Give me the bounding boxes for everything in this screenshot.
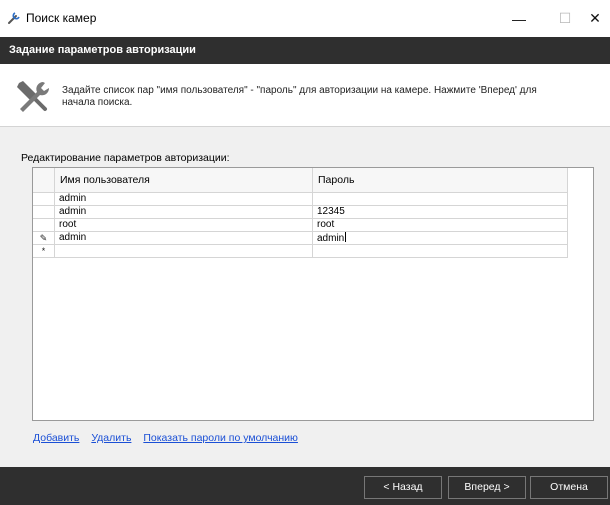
row-selector[interactable]: [33, 219, 55, 232]
section-label: Редактирование параметров авторизации:: [21, 152, 230, 164]
user-cell[interactable]: admin: [55, 193, 313, 206]
user-cell[interactable]: root: [55, 219, 313, 232]
password-cell[interactable]: [313, 245, 568, 258]
text-caret: [345, 232, 347, 242]
table-row[interactable]: admin 12345: [33, 206, 568, 219]
password-cell[interactable]: [313, 193, 568, 206]
table-row[interactable]: root root: [33, 219, 568, 232]
remove-link[interactable]: Удалить: [91, 432, 131, 444]
cancel-button[interactable]: Отмена: [530, 476, 608, 499]
add-link[interactable]: Добавить: [33, 432, 79, 444]
show-default-passwords-link[interactable]: Показать пароли по умолчанию: [143, 432, 298, 444]
window-title: Поиск камер: [26, 11, 97, 25]
step-header: Задание параметров авторизации: [0, 37, 610, 64]
table-row[interactable]: admin: [33, 193, 568, 206]
step-title: Задание параметров авторизации: [9, 44, 196, 56]
wizard-footer: < Назад Вперед > Отмена: [0, 467, 610, 505]
password-cell-text[interactable]: admin: [317, 233, 344, 244]
new-row[interactable]: *: [33, 245, 568, 258]
row-edit-pencil-icon[interactable]: ✎: [33, 232, 55, 245]
password-cell-editing[interactable]: admin: [313, 232, 568, 245]
row-selector[interactable]: [33, 193, 55, 206]
user-cell[interactable]: [55, 245, 313, 258]
password-cell[interactable]: root: [313, 219, 568, 232]
action-links: Добавить Удалить Показать пароли по умол…: [33, 432, 307, 444]
credentials-grid[interactable]: Имя пользователя Пароль admin admin 1234…: [32, 167, 594, 421]
back-button[interactable]: < Назад: [364, 476, 442, 499]
tools-icon: [17, 81, 50, 112]
new-row-asterisk-icon[interactable]: *: [33, 245, 55, 258]
title-bar: Поиск камер — ☐ ✕: [0, 0, 610, 37]
password-cell[interactable]: 12345: [313, 206, 568, 219]
column-header-password[interactable]: Пароль: [313, 168, 568, 193]
row-header-corner: [33, 168, 55, 193]
minimize-button[interactable]: —: [496, 0, 542, 37]
info-panel: Задайте список пар "имя пользователя" - …: [0, 64, 610, 126]
user-cell[interactable]: admin: [55, 232, 313, 245]
app-tools-icon: [8, 12, 20, 24]
next-button[interactable]: Вперед >: [448, 476, 526, 499]
user-cell[interactable]: admin: [55, 206, 313, 219]
grid-header: Имя пользователя Пароль: [33, 168, 568, 193]
info-description: Задайте список пар "имя пользователя" - …: [62, 85, 537, 108]
row-selector[interactable]: [33, 206, 55, 219]
close-button[interactable]: ✕: [580, 0, 610, 37]
table-row-editing[interactable]: ✎ admin admin: [33, 232, 568, 245]
column-header-user[interactable]: Имя пользователя: [55, 168, 313, 193]
